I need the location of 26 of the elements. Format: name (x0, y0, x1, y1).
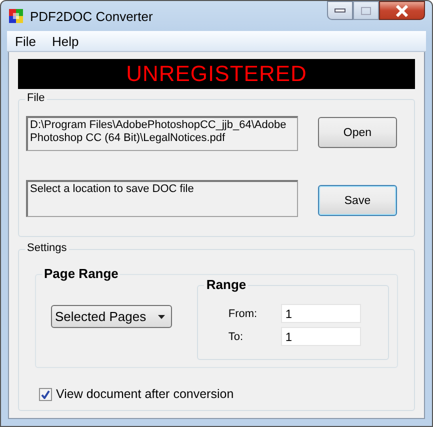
group-label: Settings (25, 242, 69, 254)
group-label: Range (204, 277, 248, 292)
field-label: To: (227, 330, 244, 342)
group-label: File (25, 92, 47, 104)
menu-item[interactable]: Help (44, 34, 87, 48)
open-button[interactable]: Open (318, 117, 397, 148)
path-field[interactable]: Select a location to save DOC file (26, 180, 298, 217)
checkbox-label: View document after conversion (56, 387, 234, 401)
minimize-icon (334, 8, 346, 14)
field-label: From: (227, 308, 258, 320)
maximize-icon (360, 6, 372, 16)
page-number-field[interactable]: 1 (281, 327, 362, 346)
minimize-button[interactable] (327, 1, 353, 20)
checkbox[interactable] (39, 388, 52, 400)
registration-banner: UNREGISTERED (18, 59, 415, 89)
page-range-dropdown[interactable]: Selected Pages (51, 305, 172, 328)
page-number-field[interactable]: 1 (281, 304, 362, 323)
save-button[interactable]: Save (318, 185, 397, 216)
menu-item[interactable]: File (7, 34, 44, 48)
group-label: Page Range (42, 266, 120, 281)
path-field[interactable]: D:\Program Files\AdobePhotoshopCC_jjb_64\Adobe Photoshop CC (64 Bit)\LegalNotices.pdf (26, 116, 298, 151)
window-title: PDF2DOC Converter (30, 8, 154, 24)
app-icon (8, 8, 24, 24)
close-icon (395, 4, 409, 16)
caret-icon (158, 314, 165, 318)
close-button[interactable] (379, 1, 425, 20)
